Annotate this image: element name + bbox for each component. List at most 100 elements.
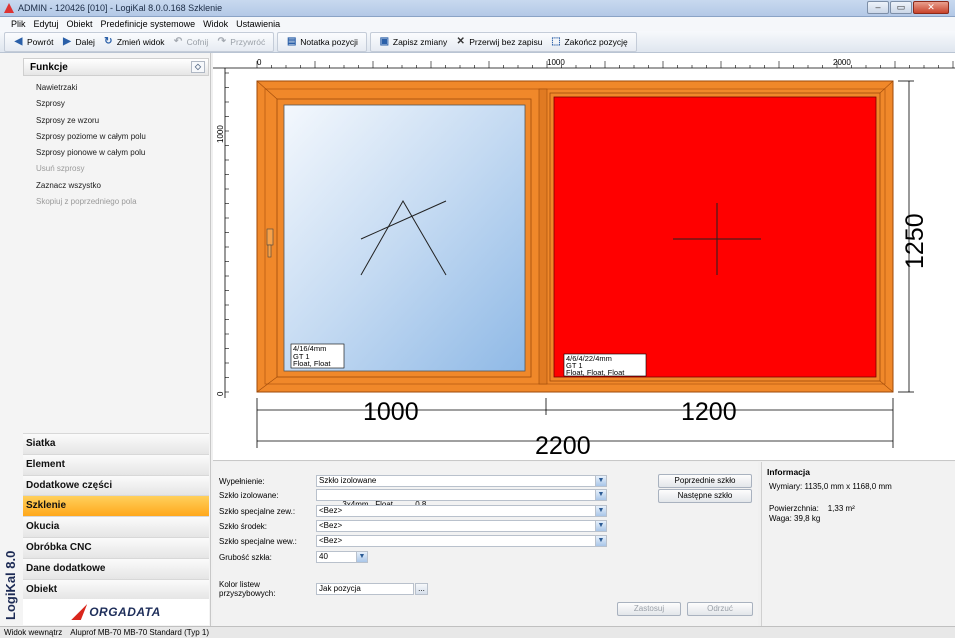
menu-object[interactable]: Obiekt (66, 19, 94, 29)
back-button[interactable]: ◀ Powrót (9, 33, 57, 51)
function-select-all[interactable]: Zaznacz wszystko (36, 178, 146, 194)
menu-edit[interactable]: Edytuj (33, 19, 60, 29)
next-glass-button[interactable]: Następne szkło (658, 489, 752, 503)
save-button[interactable]: ▣ Zapisz zmiany (375, 33, 451, 51)
ruler-left-0: 0 (216, 391, 225, 396)
close-button[interactable]: ✕ (913, 1, 949, 14)
drawing-canvas[interactable]: 0 1000 2000 1000 0 4/16/4mm GT 1 Float, … (213, 53, 955, 461)
cross-icon: ✕ (456, 36, 465, 47)
menu-system-predefinitions[interactable]: Predefinicje systemowe (100, 19, 197, 29)
floppy-disk-icon: ▣ (379, 36, 390, 47)
info-weight: Waga: 39,8 kg (769, 514, 821, 523)
back-label: Powrót (27, 36, 54, 47)
status-view: Widok wewnątrz (4, 628, 63, 637)
igu-row: Szkło izolowane: 3x4mm Float 0.8 ▼ (219, 489, 607, 509)
apply-button[interactable]: Zastosuj (617, 602, 681, 616)
save-group: ▣ Zapisz zmiany ✕ Przerwij bez zapisu ⬚ … (369, 31, 637, 52)
int-value: <Bez> (319, 536, 343, 545)
bead-color-browse-button[interactable]: ... (415, 583, 428, 595)
functions-list: Nawietrzaki Szprosy Szprosy ze wzoru Szp… (36, 80, 146, 210)
nav-hardware[interactable]: Okucia (23, 516, 209, 537)
nav-additional-data[interactable]: Dane dodatkowe (23, 557, 209, 579)
top-ruler: 0 1000 2000 (213, 58, 955, 69)
refresh-icon: ↻ (104, 36, 113, 47)
title-bar: ADMIN - 120426 [010] - LogiKal 8.0.0.168… (0, 0, 955, 17)
brand-label: LogiKal 8.0 (3, 550, 18, 620)
nav-grid[interactable]: Siatka (23, 433, 209, 454)
nav-glazing[interactable]: Szklenie (23, 495, 209, 517)
prev-glass-button[interactable]: Poprzednie szkło (658, 474, 752, 488)
save-label: Zapisz zmiany (392, 36, 448, 47)
finish-label: Zakończ pozycję (564, 36, 628, 47)
redo-button[interactable]: ↷ Przywróć (212, 33, 269, 51)
mid-glass-select[interactable]: <Bez> ▼ (316, 520, 607, 532)
discard-button[interactable]: Odrzuć (687, 602, 753, 616)
nav-element[interactable]: Element (23, 453, 209, 475)
ruler-left-1000: 1000 (216, 125, 225, 143)
menu-settings[interactable]: Ustawienia (235, 19, 281, 29)
glass-pane-left[interactable]: 4/16/4mm GT 1 Float, Float (266, 104, 526, 372)
ext-label: Szkło specjalne zew.: (219, 506, 296, 516)
pane-right-label-3: Float, Float, Float (566, 368, 625, 377)
dim-height: 1250 (901, 213, 929, 269)
menu-view[interactable]: Widok (202, 19, 229, 29)
redo-label: Przywróć (230, 36, 266, 47)
status-bar: Widok wewnątrz Aluprof MB-70 MB-70 Stand… (0, 626, 955, 638)
bead-color-field[interactable]: Jak pozycja (316, 583, 414, 595)
bead-color-label: Kolor listew przyszybowych: (219, 580, 276, 598)
nav-object[interactable]: Obiekt (23, 578, 209, 600)
menu-file[interactable]: Plik (10, 19, 27, 29)
function-muntins[interactable]: Szprosy (36, 96, 146, 112)
minimize-button[interactable]: – (867, 1, 889, 14)
dim-left-width: 1000 (363, 398, 419, 426)
function-muntins-pattern[interactable]: Szprosy ze wzoru (36, 113, 146, 129)
collapse-icon[interactable]: ◇ (191, 61, 205, 73)
window-drawing[interactable]: 0 1000 2000 1000 0 4/16/4mm GT 1 Float, … (213, 53, 955, 461)
arrow-right-icon: ▶ (63, 36, 71, 47)
chevron-down-icon: ▼ (595, 506, 606, 516)
next-button[interactable]: ▶ Dalej (57, 33, 98, 51)
orgadata-logo: ORGADATA (23, 599, 209, 625)
igu-select[interactable]: 3x4mm Float 0.8 ▼ (316, 489, 607, 509)
function-copy-previous[interactable]: Skopiuj z poprzedniego pola (36, 194, 146, 210)
note-button[interactable]: ▤ Notatka pozycji (282, 33, 362, 51)
chevron-down-icon: ▼ (595, 521, 606, 531)
mid-value: <Bez> (319, 521, 343, 530)
fill-select[interactable]: Szkło izolowane ▼ (316, 475, 607, 487)
int-label: Szkło specjalne wew.: (219, 536, 297, 546)
finish-position-button[interactable]: ⬚ Zakończ pozycję (546, 33, 631, 51)
fill-value: Szkło izolowane (319, 476, 377, 485)
fill-row: Wypełnienie: Szkło izolowane ▼ (219, 475, 607, 487)
ruler-top-0: 0 (257, 58, 262, 67)
mid-label: Szkło środek: (219, 521, 268, 531)
mid-row: Szkło środek: <Bez> ▼ (219, 520, 607, 532)
note-icon: ▤ (287, 36, 297, 47)
thickness-select[interactable]: 40 ▼ (316, 551, 368, 563)
nav-additional-parts[interactable]: Dodatkowe części (23, 474, 209, 496)
function-vents[interactable]: Nawietrzaki (36, 80, 146, 96)
ext-row: Szkło specjalne zew.: <Bez> ▼ (219, 505, 607, 517)
undo-button[interactable]: ↶ Cofnij (169, 33, 213, 51)
ext-glass-select[interactable]: <Bez> ▼ (316, 505, 607, 517)
orgadata-logo-icon (71, 604, 88, 620)
function-muntins-horizontal[interactable]: Szprosy poziome w całym polu (36, 129, 146, 145)
function-muntins-vertical[interactable]: Szprosy pionowe w całym polu (36, 145, 146, 161)
undo-icon: ↶ (173, 36, 183, 47)
nav-cnc[interactable]: Obróbka CNC (23, 536, 209, 558)
toolbar: ◀ Powrót ▶ Dalej ↻ Zmień widok ↶ Cofnij … (0, 31, 955, 53)
glass-pane-right-selected[interactable]: 4/6/4/22/4mm GT 1 Float, Float, Float (553, 96, 877, 378)
logo-text: ORGADATA (89, 605, 161, 619)
thickness-row: Grubość szkła: 40 ▼ (219, 551, 368, 563)
ext-value: <Bez> (319, 506, 343, 515)
abort-button[interactable]: ✕ Przerwij bez zapisu (451, 33, 546, 51)
function-remove-muntins[interactable]: Usuń szprosy (36, 161, 146, 177)
ruler-top-1000: 1000 (547, 58, 565, 67)
int-glass-select[interactable]: <Bez> ▼ (316, 535, 607, 547)
change-view-button[interactable]: ↻ Zmień widok (99, 33, 169, 51)
maximize-button[interactable]: ▭ (890, 1, 912, 14)
brand-strip: LogiKal 8.0 (0, 53, 20, 626)
left-ruler: 1000 0 (216, 68, 229, 398)
undo-label: Cofnij (186, 36, 209, 47)
bead-color-value: Jak pozycja (319, 584, 361, 593)
info-title: Informacja (767, 467, 810, 477)
